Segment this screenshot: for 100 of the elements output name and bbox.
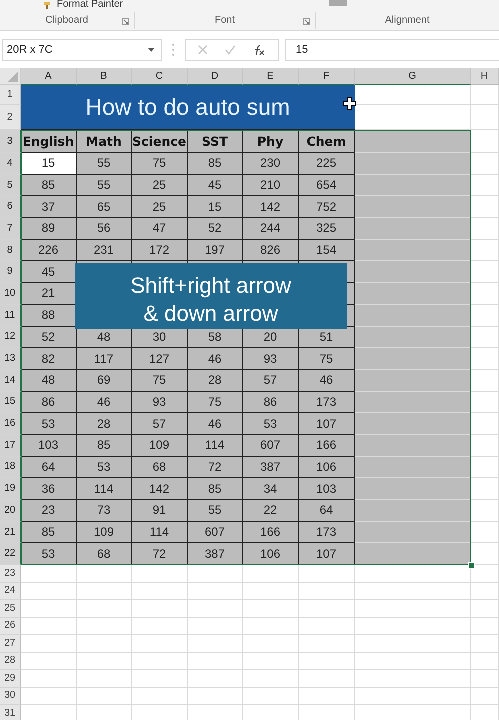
- row-header[interactable]: 23: [0, 565, 21, 583]
- table-cell: 244: [243, 218, 299, 240]
- dialog-launcher-icon[interactable]: [122, 18, 129, 25]
- row-header[interactable]: 13: [0, 348, 21, 370]
- table-cell: 72: [188, 456, 243, 478]
- column-header[interactable]: D: [188, 68, 243, 85]
- grid-cell: [471, 600, 499, 618]
- table-cell: 826: [243, 240, 299, 262]
- row-header[interactable]: 1: [0, 85, 21, 105]
- row-header[interactable]: 6: [0, 196, 21, 218]
- row-header[interactable]: 5: [0, 174, 21, 196]
- table-cell: 127: [132, 348, 188, 370]
- row-header[interactable]: 15: [0, 392, 21, 414]
- grid-cell: [471, 652, 499, 670]
- grid-cell: [471, 326, 499, 348]
- grid-cell: [243, 652, 299, 670]
- table-cell: 57: [132, 413, 188, 435]
- table-cell: 72: [132, 543, 188, 566]
- group-label: Font: [214, 15, 235, 26]
- table-cell: 172: [132, 240, 188, 262]
- function-icon[interactable]: [252, 44, 266, 56]
- grid-cell: [132, 565, 188, 583]
- row-header[interactable]: 26: [0, 618, 21, 636]
- column-header[interactable]: A: [21, 68, 77, 85]
- row-header[interactable]: 20: [0, 500, 21, 522]
- table-cell: 85: [188, 478, 243, 500]
- dialog-launcher-icon[interactable]: [303, 18, 310, 25]
- row-header[interactable]: 11: [0, 304, 21, 326]
- row-header[interactable]: 17: [0, 434, 21, 457]
- row-header[interactable]: 4: [0, 153, 21, 175]
- column-header[interactable]: C: [132, 68, 188, 85]
- row-header[interactable]: 21: [0, 522, 21, 544]
- column-header[interactable]: G: [355, 68, 471, 85]
- row-header[interactable]: 12: [0, 326, 21, 348]
- grid-cell: [471, 240, 499, 262]
- row-header[interactable]: 10: [0, 283, 21, 305]
- table-cell: 387: [243, 456, 299, 478]
- grid-cell: [188, 670, 243, 688]
- grid-cell: [471, 456, 499, 478]
- table-cell: 654: [299, 174, 355, 196]
- table-cell: 28: [188, 370, 243, 392]
- grid-cell: [299, 652, 355, 670]
- column-heading: Chem: [299, 130, 355, 153]
- row-header[interactable]: 19: [0, 478, 21, 500]
- row-header[interactable]: 27: [0, 635, 21, 653]
- dropdown-caret-icon[interactable]: [148, 48, 155, 52]
- grid-cell: [243, 635, 299, 653]
- table-cell: 55: [77, 153, 132, 175]
- grid-cell: [132, 688, 188, 706]
- grid-cell: [21, 618, 77, 636]
- row-header[interactable]: 18: [0, 456, 21, 478]
- column-header[interactable]: E: [243, 68, 299, 85]
- row-header[interactable]: 8: [0, 240, 21, 262]
- table-cell: 107: [299, 413, 355, 435]
- grid-cell: [299, 635, 355, 653]
- table-cell: 45: [21, 261, 77, 284]
- grid-cell: [188, 618, 243, 636]
- row-header[interactable]: 30: [0, 688, 21, 706]
- row-header[interactable]: 25: [0, 600, 21, 618]
- grid-cell: [471, 174, 499, 196]
- table-cell: 103: [299, 478, 355, 500]
- column-header[interactable]: F: [299, 68, 355, 85]
- row-header[interactable]: 14: [0, 370, 21, 392]
- column-header[interactable]: H: [471, 68, 499, 85]
- grid-cell: [21, 635, 77, 653]
- grid-cell: [21, 670, 77, 688]
- row-header[interactable]: 9: [0, 261, 21, 284]
- name-box[interactable]: 20R x 7C: [2, 39, 162, 61]
- grip-icon[interactable]: [172, 43, 175, 57]
- row-header[interactable]: 29: [0, 670, 21, 688]
- column-header[interactable]: B: [77, 68, 132, 85]
- row-header[interactable]: 16: [0, 413, 21, 435]
- row-header[interactable]: 31: [0, 705, 21, 720]
- grid-cell: [132, 670, 188, 688]
- table-cell: 47: [132, 218, 188, 240]
- grid-cell: [21, 600, 77, 618]
- table-cell: 103: [21, 434, 77, 457]
- grid-cell: [77, 600, 132, 618]
- row-header[interactable]: 2: [0, 105, 21, 130]
- table-cell: 25: [132, 196, 188, 218]
- check-icon[interactable]: [224, 45, 236, 55]
- row-header[interactable]: 3: [0, 130, 21, 153]
- table-cell: 65: [77, 196, 132, 218]
- grid-cell: [471, 635, 499, 653]
- ribbon-icon[interactable]: [329, 0, 348, 6]
- table-cell: 57: [243, 370, 299, 392]
- formula-field[interactable]: 15: [285, 39, 499, 61]
- row-header[interactable]: 22: [0, 543, 21, 566]
- grid-cell: [471, 196, 499, 218]
- row-header[interactable]: 28: [0, 652, 21, 670]
- grid-cell: [243, 618, 299, 636]
- column-heading: Phy: [243, 130, 299, 153]
- format-painter-button[interactable]: Format Painter: [43, 0, 124, 10]
- table-cell: 75: [299, 348, 355, 370]
- row-header[interactable]: 7: [0, 218, 21, 240]
- table-cell: 114: [132, 522, 188, 544]
- row-header[interactable]: 24: [0, 582, 21, 600]
- table-cell: 210: [243, 174, 299, 196]
- table-cell: 231: [77, 240, 132, 262]
- fill-handle[interactable]: [468, 562, 475, 570]
